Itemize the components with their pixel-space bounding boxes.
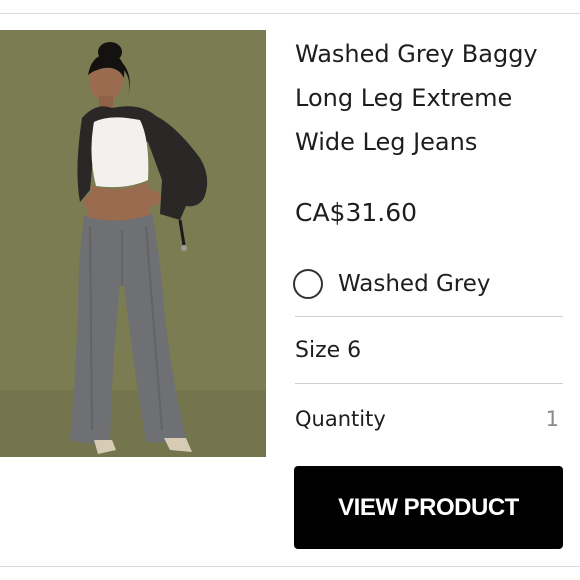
- size-selector[interactable]: Size 6: [295, 334, 361, 368]
- view-product-button[interactable]: VIEW PRODUCT: [294, 466, 563, 549]
- model-photo-illustration: [0, 30, 266, 457]
- color-radio-button[interactable]: [293, 269, 323, 299]
- product-title: Washed Grey Baggy Long Leg Extreme Wide …: [295, 40, 538, 156]
- quantity-row[interactable]: Quantity 1: [295, 402, 563, 436]
- divider: [295, 383, 563, 384]
- quantity-label: Quantity: [295, 407, 386, 431]
- product-image[interactable]: [0, 30, 266, 457]
- product-price: CA$31.60: [295, 198, 418, 227]
- top-divider: [0, 13, 580, 14]
- color-option-label: Washed Grey: [338, 271, 491, 297]
- bottom-divider: [0, 566, 580, 567]
- color-option[interactable]: Washed Grey: [293, 266, 563, 302]
- divider: [295, 316, 563, 317]
- quantity-value[interactable]: 1: [546, 402, 563, 436]
